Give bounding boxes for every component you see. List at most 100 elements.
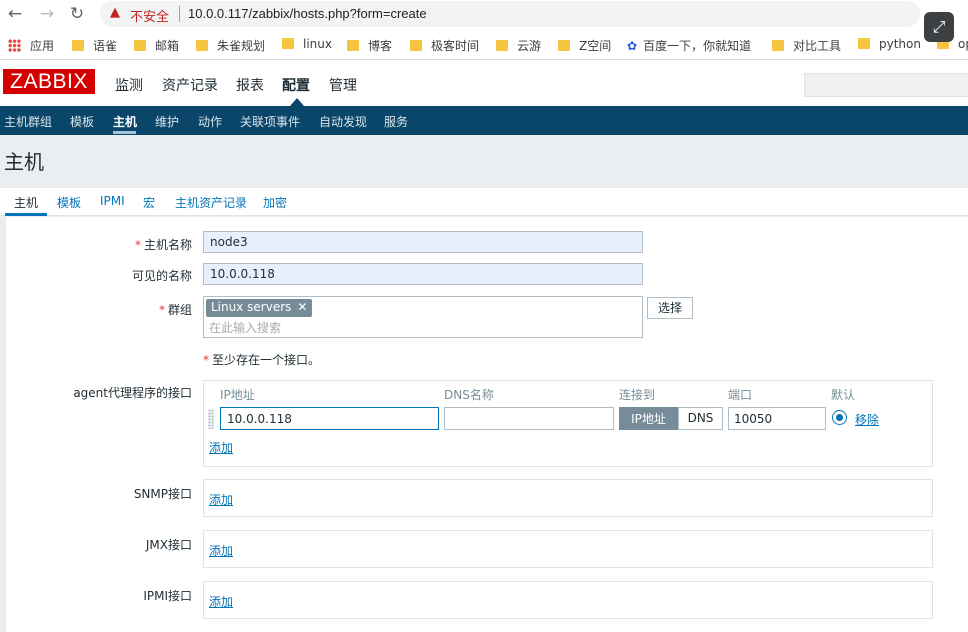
menu-administration[interactable]: 管理 xyxy=(329,75,357,95)
insecure-label: 不安全 xyxy=(130,10,170,25)
bookmark-label: 应用 xyxy=(30,39,55,53)
tab-ipmi[interactable]: IPMI xyxy=(100,194,125,208)
groups-label: * 群组 xyxy=(6,301,192,318)
bookmark-label: Z空间 xyxy=(579,39,612,53)
folder-icon xyxy=(772,40,784,51)
select-groups-button[interactable]: 选择 xyxy=(647,297,693,319)
default-interface-radio[interactable] xyxy=(832,410,847,425)
groups-search-placeholder[interactable]: 在此输入搜索 xyxy=(209,319,281,336)
folder-icon xyxy=(282,38,294,49)
subnav-services[interactable]: 服务 xyxy=(384,113,408,130)
bookmark-item[interactable]: 语雀 xyxy=(72,37,117,54)
bookmark-item[interactable]: 博客 xyxy=(347,37,392,54)
sub-navigation: 主机群组 模板 主机 维护 动作 关联项事件 自动发现 服务 xyxy=(0,106,968,135)
remove-interface-link[interactable]: 移除 xyxy=(855,411,879,428)
bookmark-item[interactable]: linux xyxy=(282,37,332,51)
add-agent-interface-link[interactable]: 添加 xyxy=(209,439,233,456)
menu-inventory[interactable]: 资产记录 xyxy=(162,75,218,95)
host-form: * 主机名称 node3 可见的名称 10.0.0.118 * 群组 Linux s… xyxy=(6,217,968,632)
tab-templates[interactable]: 模板 xyxy=(57,194,81,211)
tab-inventory[interactable]: 主机资产记录 xyxy=(175,194,247,211)
snmp-interface-box: 添加 xyxy=(203,479,933,517)
bookmark-label: 云游 xyxy=(517,39,542,53)
connect-ip-toggle[interactable]: IP地址 xyxy=(619,407,678,430)
global-search-input[interactable] xyxy=(804,73,968,97)
back-arrow-icon[interactable]: ← xyxy=(4,3,26,25)
url-text[interactable]: 10.0.0.117/zabbix/hosts.php?form=create xyxy=(188,6,427,21)
bookmark-label: 博客 xyxy=(368,39,393,53)
bookmark-label: 语雀 xyxy=(93,39,118,53)
subnav-hosts[interactable]: 主机 xyxy=(113,113,137,130)
menu-configuration[interactable]: 配置 xyxy=(282,75,310,95)
groups-label-text: 群组 xyxy=(167,303,192,317)
subnav-host-groups[interactable]: 主机群组 xyxy=(4,113,52,130)
bookmark-item[interactable]: Z空间 xyxy=(558,37,611,54)
folder-icon xyxy=(196,40,208,51)
menu-monitoring[interactable]: 监测 xyxy=(115,75,143,95)
connect-dns-toggle[interactable]: DNS xyxy=(678,407,723,430)
bookmark-label: python xyxy=(879,37,921,51)
visible-name-input[interactable]: 10.0.0.118 xyxy=(203,263,643,285)
subnav-templates[interactable]: 模板 xyxy=(70,113,94,130)
form-tabs: 主机 模板 IPMI 宏 主机资产记录 加密 xyxy=(0,188,968,216)
host-name-input[interactable]: node3 xyxy=(203,231,643,253)
subnav-active-indicator xyxy=(113,131,136,134)
browser-toolbar: ← → ↻ ▲ 不安全 10.0.0.117/zabbix/hosts.php?… xyxy=(0,0,968,28)
col-dns-header: DNS名称 xyxy=(444,388,494,402)
subnav-actions[interactable]: 动作 xyxy=(198,113,222,130)
tab-host[interactable]: 主机 xyxy=(14,194,38,211)
bookmark-item[interactable]: 云游 xyxy=(496,37,541,54)
agent-port-input[interactable]: 10050 xyxy=(728,407,826,430)
required-asterisk: * xyxy=(203,353,209,367)
forward-arrow-icon[interactable]: → xyxy=(36,3,58,25)
tab-macros[interactable]: 宏 xyxy=(143,194,155,211)
address-bar[interactable]: ▲ 不安全 10.0.0.117/zabbix/hosts.php?form=c… xyxy=(100,1,920,27)
bookmarks-bar: 应用 语雀 邮箱 朱雀规划 linux 博客 极客时间 云游 Z空间 ✿ 百度一下… xyxy=(0,28,968,60)
page-title: 主机 xyxy=(4,150,44,174)
required-asterisk: * xyxy=(158,303,165,317)
subnav-event-correlation[interactable]: 关联项事件 xyxy=(240,113,300,130)
zabbix-header: ZABBIX 监测 资产记录 报表 配置 管理 xyxy=(0,61,968,106)
col-ip-header: IP地址 xyxy=(220,388,255,402)
host-name-label-text: 主机名称 xyxy=(143,238,192,252)
add-jmx-interface-link[interactable]: 添加 xyxy=(209,542,233,559)
bookmark-label: 邮箱 xyxy=(155,39,180,53)
bookmark-item[interactable]: 朱雀规划 xyxy=(196,37,265,54)
agent-interface-label: agent代理程序的接口 xyxy=(73,386,192,400)
agent-dns-input[interactable] xyxy=(444,407,614,430)
agent-interface-table: IP地址 DNS名称 连接到 端口 默认 10.0.0.118 IP地址 DNS… xyxy=(203,380,933,467)
bookmark-apps[interactable]: 应用 xyxy=(8,37,54,54)
bookmark-item[interactable]: 极客时间 xyxy=(410,37,479,54)
omnibox-divider xyxy=(179,6,180,22)
col-default-header: 默认 xyxy=(831,388,856,402)
baidu-paw-icon: ✿ xyxy=(627,39,638,53)
groups-multiselect[interactable]: Linux servers ✕ 在此输入搜索 xyxy=(203,296,643,338)
drag-handle-icon[interactable] xyxy=(208,409,214,429)
menu-reports[interactable]: 报表 xyxy=(236,75,264,95)
bookmark-item[interactable]: ✿ 百度一下，你就知道 xyxy=(627,37,751,54)
add-ipmi-interface-link[interactable]: 添加 xyxy=(209,593,233,610)
zabbix-logo[interactable]: ZABBIX xyxy=(3,69,95,94)
folder-icon xyxy=(134,40,146,51)
reload-icon[interactable]: ↻ xyxy=(66,3,88,25)
jmx-interface-box: 添加 xyxy=(203,530,933,568)
subnav-discovery[interactable]: 自动发现 xyxy=(319,113,367,130)
required-asterisk: * xyxy=(134,238,141,252)
tab-encryption[interactable]: 加密 xyxy=(263,194,287,211)
bookmark-item[interactable]: python xyxy=(858,37,921,51)
fullscreen-expand-icon[interactable]: ⤢ xyxy=(924,12,954,42)
add-snmp-interface-link[interactable]: 添加 xyxy=(209,491,233,508)
bookmark-item[interactable]: 对比工具 xyxy=(772,37,841,54)
folder-icon xyxy=(558,40,570,51)
snmp-interface-label: SNMP接口 xyxy=(133,487,192,501)
remove-tag-icon[interactable]: ✕ xyxy=(297,300,307,314)
warning-icon: ▲ xyxy=(110,5,120,20)
active-tab-indicator xyxy=(5,213,47,216)
bookmark-label: 对比工具 xyxy=(793,39,842,53)
bookmark-label: 极客时间 xyxy=(431,39,480,53)
folder-icon xyxy=(858,38,870,49)
subnav-maintenance[interactable]: 维护 xyxy=(155,113,179,130)
agent-ip-input[interactable]: 10.0.0.118 xyxy=(220,407,439,430)
jmx-interface-label: JMX接口 xyxy=(145,538,192,552)
bookmark-item[interactable]: 邮箱 xyxy=(134,37,179,54)
